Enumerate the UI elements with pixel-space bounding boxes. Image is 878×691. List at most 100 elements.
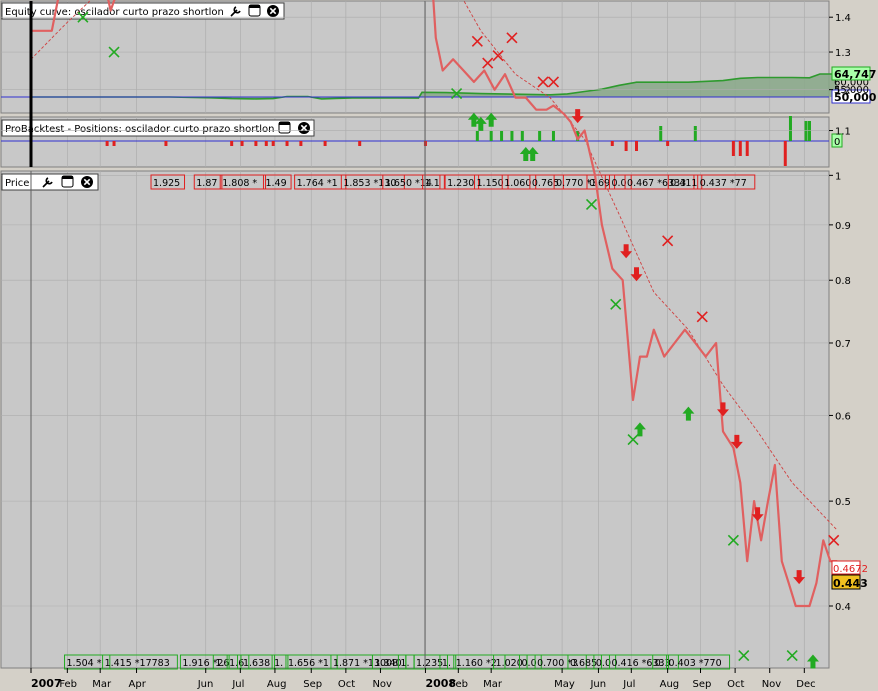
svg-text:1.656 *1: 1.656 *1 (288, 658, 329, 669)
close-icon[interactable] (81, 176, 93, 188)
svg-text:1.87: 1.87 (196, 178, 217, 189)
position-bar (500, 131, 504, 141)
svg-text:1.020: 1.020 (496, 658, 523, 669)
x-axis: 2007Feb Mar Apr Jun Jul Aug Sep Oct Nov 2008Feb Ma… (30, 668, 816, 690)
svg-text:1.: 1. (442, 658, 451, 669)
y-tick-label: 1 (835, 171, 841, 182)
x-tick-label: Sep (303, 679, 322, 690)
position-bar (520, 131, 524, 141)
position-bar (693, 126, 697, 141)
y-tick-label: 0.6 (835, 411, 851, 422)
svg-text:0.765: 0.765 (532, 178, 559, 189)
position-bar (738, 141, 742, 156)
svg-text:1.638: 1.638 (243, 658, 270, 669)
short-exit-cross-icon (828, 534, 840, 546)
position-bar (624, 141, 628, 151)
svg-text:0.437 *77: 0.437 *77 (700, 178, 747, 189)
positions-title: ProBacktest - Positions: oscilador curto… (5, 124, 275, 135)
svg-text:1.: 1. (274, 658, 283, 669)
svg-text:1.925: 1.925 (153, 178, 180, 189)
position-bar (271, 141, 275, 146)
positions-title-box[interactable]: ProBacktest - Positions: oscilador curto… (1, 119, 315, 137)
position-bar (475, 131, 479, 141)
position-bar (264, 141, 268, 146)
svg-text:1.340: 1.340 (374, 658, 401, 669)
position-bar (358, 141, 362, 146)
x-tick-label: Oct (727, 679, 744, 690)
svg-text:0.411: 0.411 (670, 178, 697, 189)
x-tick-label: Dec (796, 679, 815, 690)
svg-text:0.685: 0.685 (570, 658, 597, 669)
close-icon[interactable] (267, 5, 279, 17)
y-tick-label: 1.1 (835, 127, 851, 138)
svg-text:1.49: 1.49 (265, 178, 286, 189)
x-tick-label: Nov (762, 679, 782, 690)
price-title-box[interactable]: Price (1, 173, 99, 191)
price-current-value: 0.443 (831, 574, 868, 590)
svg-text:1.764 *1: 1.764 *1 (297, 178, 338, 189)
equity-title-box[interactable]: Equity curve: oscilador curto prazo shor… (1, 2, 285, 20)
y-tick-label: 0.5 (835, 497, 851, 508)
position-bar (731, 141, 735, 156)
svg-text:1.808 *: 1.808 * (222, 178, 257, 189)
y-tick-label: 0.8 (835, 276, 851, 287)
high-value-label: 1.150 (474, 174, 509, 190)
svg-text:0.443: 0.443 (833, 577, 868, 590)
high-value-label: 1.925 (150, 174, 186, 190)
x-tick-label: May (554, 679, 575, 690)
svg-text:1.150: 1.150 (477, 178, 504, 189)
maximize-icon[interactable] (248, 4, 261, 17)
x-tick-label: Aug (267, 679, 287, 690)
price-last-value: 0.4672 (831, 560, 868, 575)
svg-text:0: 0 (834, 137, 840, 148)
high-value-label: 0.411 (667, 174, 703, 190)
position-bar (659, 126, 663, 141)
svg-text:1.6: 1.6 (229, 658, 244, 669)
x-tick-label: Jun (589, 679, 606, 690)
position-bar (788, 116, 792, 141)
low-value-label: 0.403 *770 (666, 654, 731, 670)
svg-text:0.69: 0.69 (589, 178, 610, 189)
position-bar (783, 141, 787, 166)
x-tick-label: Sep (693, 679, 712, 690)
y-tick-label: 0.7 (835, 339, 851, 350)
svg-text:1.415 *17783: 1.415 *17783 (105, 658, 170, 669)
high-value-label: 1.230 (444, 174, 480, 190)
position-bar (323, 141, 327, 146)
positions-panel: 0 ProBacktest - Positions: oscilador cur… (0, 116, 843, 168)
low-value-label: 1.638 (240, 654, 275, 670)
position-bar (489, 131, 493, 141)
position-bar (240, 141, 244, 146)
x-tick-label: Apr (129, 679, 147, 690)
svg-text:0.403 *770: 0.403 *770 (669, 658, 722, 669)
svg-text:1.230: 1.230 (447, 178, 474, 189)
position-bar (299, 141, 303, 146)
position-bar (666, 141, 670, 146)
svg-text:1.235: 1.235 (416, 658, 443, 669)
position-bar (804, 121, 808, 141)
x-tick-label: Feb (59, 679, 77, 690)
svg-text:1.504 *: 1.504 * (67, 658, 102, 669)
position-bar (105, 141, 109, 146)
equity-title: Equity curve: oscilador curto prazo shor… (5, 7, 224, 18)
svg-text:1.: 1. (215, 658, 224, 669)
maximize-icon[interactable] (278, 121, 291, 134)
svg-text:0.0: 0.0 (611, 178, 626, 189)
position-bar (610, 141, 614, 146)
svg-text:1.1: 1.1 (425, 178, 440, 189)
svg-text:0.0: 0.0 (596, 658, 611, 669)
close-icon[interactable] (298, 122, 310, 134)
high-value-label: 1.060 (501, 174, 537, 190)
x-tick-label: Mar (483, 679, 503, 690)
y-tick-label: 0.9 (835, 221, 851, 232)
position-bar (551, 131, 555, 141)
position-bar (112, 141, 116, 146)
position-bar (538, 131, 542, 141)
x-tick-label: Jul (622, 679, 635, 690)
maximize-icon[interactable] (61, 175, 74, 188)
price-title: Price (5, 178, 29, 189)
position-bar (745, 141, 749, 156)
x-tick-label: Aug (660, 679, 680, 690)
svg-text:1.: 1. (400, 658, 409, 669)
x-tick-label: Nov (372, 679, 392, 690)
